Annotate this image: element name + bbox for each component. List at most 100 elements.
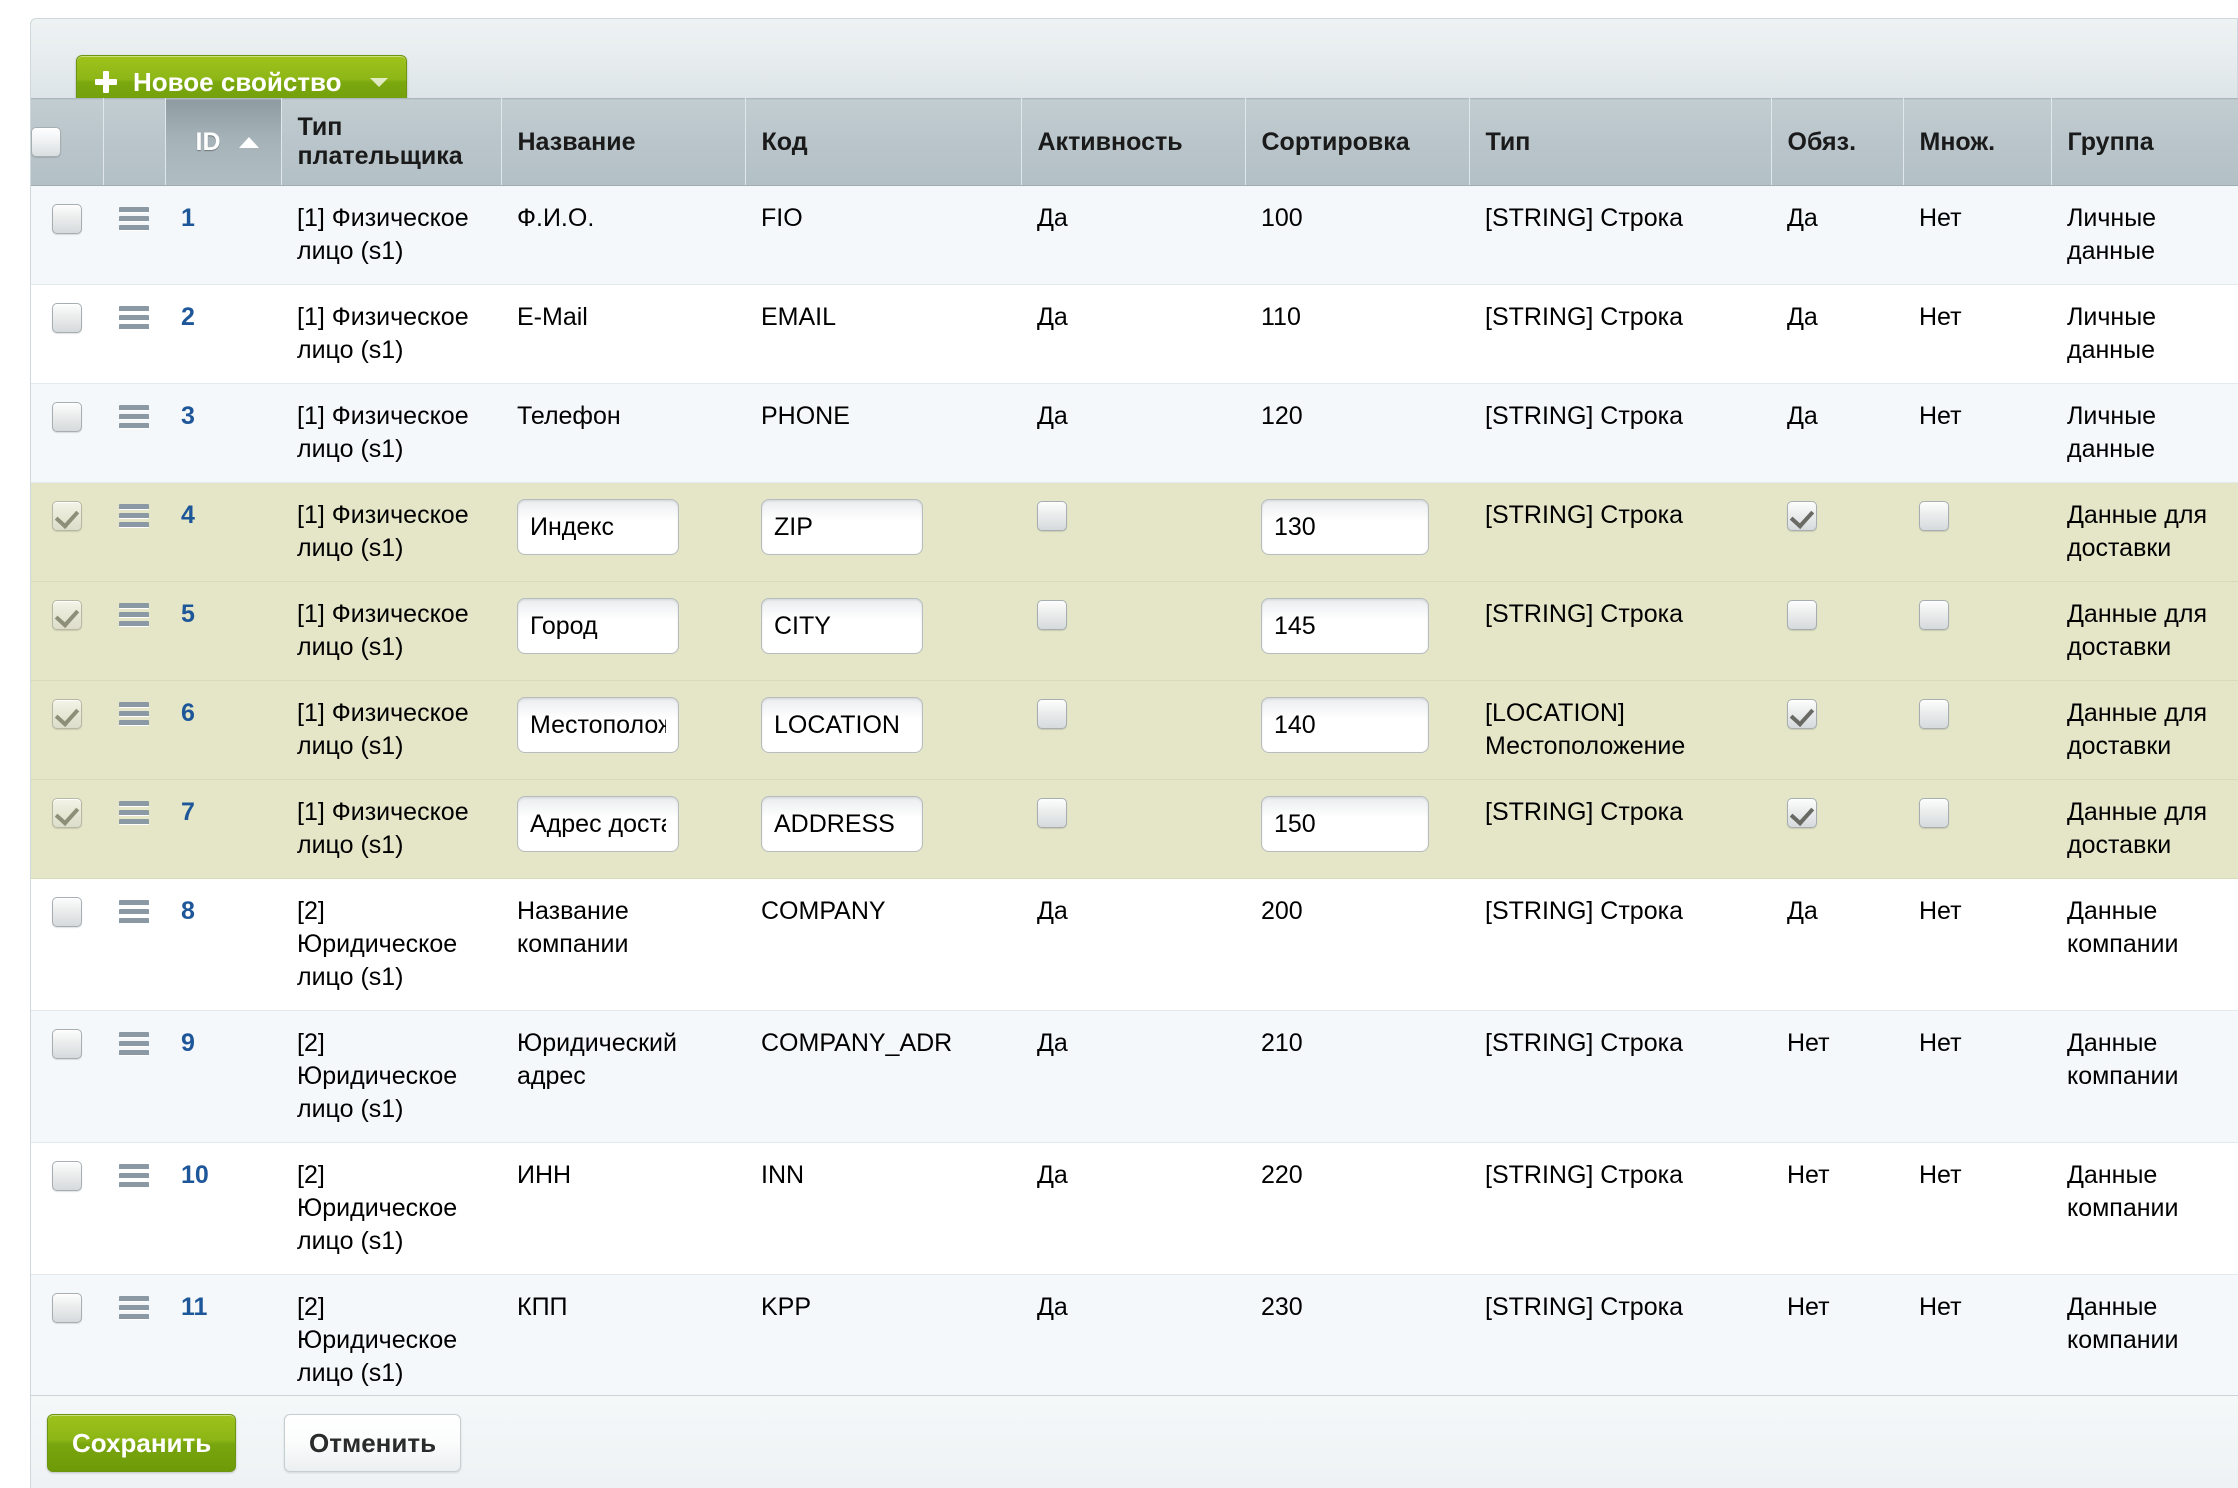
row-select-checkbox[interactable]	[52, 1161, 82, 1192]
cancel-button[interactable]: Отменить	[284, 1414, 462, 1472]
row-select-cell[interactable]	[31, 878, 103, 1011]
row-code-cell[interactable]	[745, 482, 1021, 582]
row-id-link[interactable]: 11	[181, 1293, 207, 1321]
column-header-required[interactable]: Обяз.	[1771, 98, 1904, 186]
row-sort-cell[interactable]	[1245, 482, 1469, 582]
multiple-checkbox[interactable]	[1919, 798, 1949, 829]
sort-input[interactable]	[1261, 697, 1429, 753]
row-select-cell[interactable]	[31, 1142, 103, 1275]
row-select-checkbox[interactable]	[52, 204, 82, 235]
row-active-cell[interactable]	[1021, 779, 1245, 879]
row-id-link[interactable]: 5	[181, 600, 195, 628]
row-id-cell[interactable]: 10	[165, 1142, 281, 1275]
row-sort-cell[interactable]	[1245, 581, 1469, 681]
column-header-name[interactable]: Название	[501, 98, 746, 186]
row-select-checkbox[interactable]	[52, 798, 82, 829]
table-row[interactable]: 2 [1] Физическое лицо (s1) E-Mail EMAIL Да 11…	[31, 284, 2238, 384]
row-drag-cell[interactable]	[103, 1142, 165, 1275]
drag-handle-icon[interactable]	[119, 1031, 149, 1057]
row-select-cell[interactable]	[31, 581, 103, 681]
table-row[interactable]: 7 [1] Физическое лицо (s1) [STRING] Строка…	[31, 779, 2238, 879]
required-checkbox[interactable]	[1787, 600, 1817, 631]
row-id-link[interactable]: 10	[181, 1161, 209, 1189]
row-id-link[interactable]: 3	[181, 402, 195, 430]
save-button[interactable]: Сохранить	[47, 1414, 237, 1472]
row-drag-cell[interactable]	[103, 878, 165, 1011]
active-checkbox[interactable]	[1037, 600, 1067, 631]
row-required-cell[interactable]	[1771, 581, 1903, 681]
row-drag-cell[interactable]	[103, 1274, 165, 1395]
row-multiple-cell[interactable]	[1903, 581, 2051, 681]
row-select-checkbox[interactable]	[52, 600, 82, 631]
row-multiple-cell[interactable]	[1903, 680, 2051, 780]
row-select-cell[interactable]	[31, 779, 103, 879]
row-id-link[interactable]: 9	[181, 1029, 195, 1057]
table-row[interactable]: 11 [2] Юридическое лицо (s1) КПП KPP Да 230 [S…	[31, 1274, 2238, 1395]
code-input[interactable]	[761, 598, 923, 654]
row-drag-cell[interactable]	[103, 284, 165, 384]
row-select-cell[interactable]	[31, 1010, 103, 1143]
row-select-checkbox[interactable]	[52, 699, 82, 730]
table-row[interactable]: 3 [1] Физическое лицо (s1) Телефон PHONE Да 1…	[31, 383, 2238, 483]
row-drag-cell[interactable]	[103, 185, 165, 285]
row-select-checkbox[interactable]	[52, 402, 82, 433]
name-input[interactable]	[517, 499, 679, 555]
drag-handle-icon[interactable]	[119, 899, 149, 925]
row-select-checkbox[interactable]	[52, 303, 82, 334]
row-id-cell[interactable]: 4	[165, 482, 281, 582]
row-select-checkbox[interactable]	[52, 1029, 82, 1060]
row-select-cell[interactable]	[31, 383, 103, 483]
row-code-cell[interactable]	[745, 581, 1021, 681]
drag-handle-icon[interactable]	[119, 800, 149, 826]
sort-input[interactable]	[1261, 499, 1429, 555]
code-input[interactable]	[761, 697, 923, 753]
row-drag-cell[interactable]	[103, 779, 165, 879]
row-drag-cell[interactable]	[103, 581, 165, 681]
column-header-multiple[interactable]: Множ.	[1903, 98, 2052, 186]
code-input[interactable]	[761, 499, 923, 555]
row-id-link[interactable]: 2	[181, 303, 195, 331]
row-select-checkbox[interactable]	[52, 897, 82, 928]
drag-handle-icon[interactable]	[119, 503, 149, 529]
drag-handle-icon[interactable]	[119, 206, 149, 232]
column-header-group[interactable]: Группа	[2051, 98, 2238, 186]
table-row[interactable]: 4 [1] Физическое лицо (s1) [STRING] Строка…	[31, 482, 2238, 582]
row-drag-cell[interactable]	[103, 482, 165, 582]
drag-handle-icon[interactable]	[119, 305, 149, 331]
column-header-id[interactable]: ID	[165, 98, 282, 186]
row-id-link[interactable]: 6	[181, 699, 195, 727]
column-header-sort[interactable]: Сортировка	[1245, 98, 1470, 186]
active-checkbox[interactable]	[1037, 501, 1067, 532]
row-required-cell[interactable]	[1771, 482, 1903, 582]
drag-handle-icon[interactable]	[119, 404, 149, 430]
table-row[interactable]: 8 [2] Юридическое лицо (s1) Название компа…	[31, 878, 2238, 1011]
chevron-down-icon[interactable]	[369, 77, 388, 87]
row-id-cell[interactable]: 8	[165, 878, 281, 1011]
row-id-cell[interactable]: 3	[165, 383, 281, 483]
sort-input[interactable]	[1261, 796, 1429, 852]
row-id-link[interactable]: 8	[181, 897, 195, 925]
row-multiple-cell[interactable]	[1903, 779, 2051, 879]
row-id-cell[interactable]: 1	[165, 185, 281, 285]
column-header-code[interactable]: Код	[745, 98, 1022, 186]
row-id-cell[interactable]: 2	[165, 284, 281, 384]
row-select-cell[interactable]	[31, 482, 103, 582]
row-active-cell[interactable]	[1021, 482, 1245, 582]
row-select-cell[interactable]	[31, 1274, 103, 1395]
row-required-cell[interactable]	[1771, 680, 1903, 780]
table-row[interactable]: 9 [2] Юридическое лицо (s1) Юридический ад…	[31, 1010, 2238, 1143]
row-multiple-cell[interactable]	[1903, 482, 2051, 582]
name-input[interactable]	[517, 697, 679, 753]
row-drag-cell[interactable]	[103, 383, 165, 483]
drag-handle-icon[interactable]	[119, 1163, 149, 1189]
select-all-checkbox[interactable]	[31, 127, 61, 158]
row-required-cell[interactable]	[1771, 779, 1903, 879]
row-id-cell[interactable]: 6	[165, 680, 281, 780]
table-row[interactable]: 1 [1] Физическое лицо (s1) Ф.И.О. FIO Да 100[…	[31, 185, 2238, 285]
row-drag-cell[interactable]	[103, 680, 165, 780]
row-code-cell[interactable]	[745, 680, 1021, 780]
row-select-checkbox[interactable]	[52, 501, 82, 532]
active-checkbox[interactable]	[1037, 699, 1067, 730]
row-sort-cell[interactable]	[1245, 779, 1469, 879]
name-input[interactable]	[517, 796, 679, 852]
